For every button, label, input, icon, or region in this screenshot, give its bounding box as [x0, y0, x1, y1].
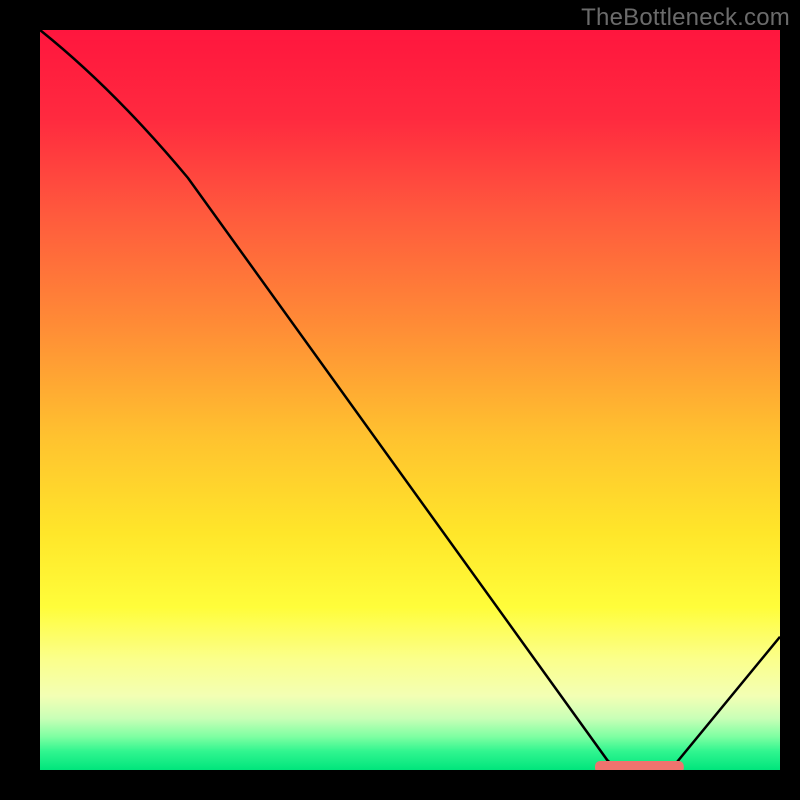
- chart-frame: TheBottleneck.com: [0, 0, 800, 800]
- watermark-text: TheBottleneck.com: [581, 4, 790, 32]
- plot-background: [40, 30, 780, 770]
- optimal-marker: [595, 761, 684, 770]
- chart-plot: [40, 30, 780, 770]
